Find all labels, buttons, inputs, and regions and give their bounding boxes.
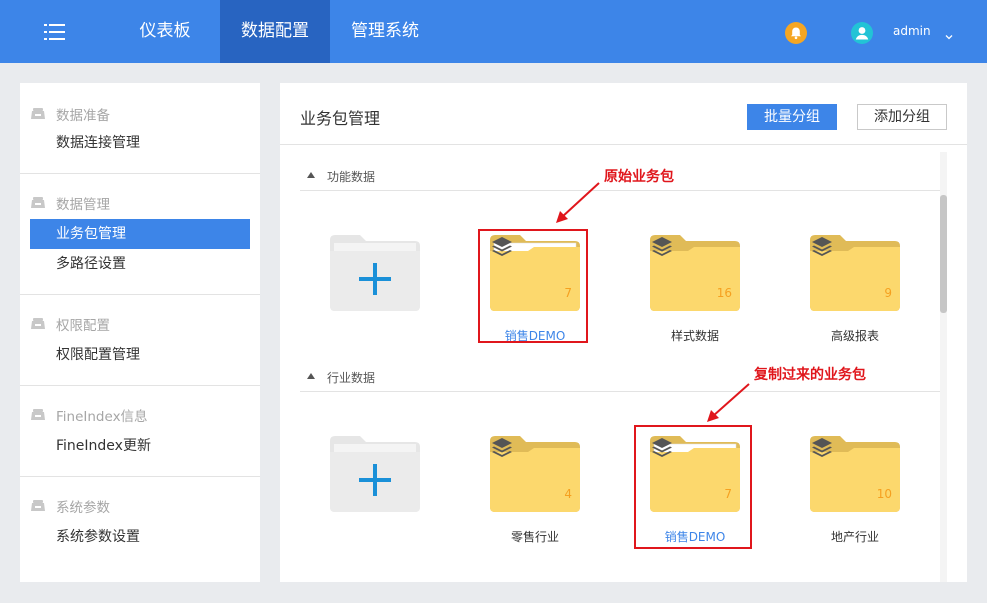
- database-icon: [31, 409, 45, 420]
- sidebar-item-fineindex-update[interactable]: FineIndex更新: [30, 431, 250, 461]
- layers-icon: [652, 237, 672, 256]
- tab-dashboard[interactable]: 仪表板: [118, 0, 212, 63]
- folder-add-icon: [330, 235, 420, 311]
- package-table-count: 16: [716, 286, 732, 300]
- sidebar-divider: [20, 294, 260, 295]
- sidebar-group-data-management: 数据管理: [30, 193, 110, 213]
- tab-data-config[interactable]: 数据配置: [220, 0, 330, 63]
- sidebar-group-title: FineIndex信息: [56, 409, 148, 425]
- batch-group-button[interactable]: 批量分组: [747, 104, 837, 130]
- tab-management-system[interactable]: 管理系统: [336, 0, 434, 63]
- page-title: 业务包管理: [300, 109, 381, 128]
- package-card[interactable]: 16 样式数据: [640, 235, 750, 347]
- database-icon: [31, 318, 45, 329]
- highlight-copied-package: [634, 425, 752, 549]
- sidebar-item-multipath-settings[interactable]: 多路径设置: [30, 249, 250, 279]
- sidebar-divider: [20, 173, 260, 174]
- header-divider: [280, 144, 967, 145]
- user-avatar-icon[interactable]: [851, 22, 873, 44]
- section-label: 功能数据: [327, 170, 376, 184]
- database-icon: [31, 500, 45, 511]
- menu-icon[interactable]: [44, 22, 66, 42]
- sidebar-group-title: 系统参数: [56, 500, 110, 516]
- sidebar: 数据准备 数据连接管理 数据管理 业务包管理 多路径设置 权限配置 权限配置管理…: [20, 83, 260, 582]
- notification-bell-icon[interactable]: [785, 22, 807, 44]
- database-icon: [31, 108, 45, 119]
- caret-up-icon: [307, 172, 315, 178]
- layers-icon: [492, 438, 512, 457]
- sidebar-group-data-prep: 数据准备: [30, 104, 110, 124]
- add-group-button[interactable]: 添加分组: [857, 104, 947, 130]
- sidebar-group-title: 权限配置: [56, 318, 110, 334]
- sidebar-item-package-management[interactable]: 业务包管理: [30, 219, 250, 249]
- section-label: 行业数据: [327, 371, 376, 385]
- sidebar-item-permission-management[interactable]: 权限配置管理: [30, 340, 250, 370]
- sidebar-item-data-connection[interactable]: 数据连接管理: [30, 128, 250, 158]
- sidebar-group-system-params: 系统参数: [30, 496, 110, 516]
- package-name: 样式数据: [670, 329, 719, 343]
- package-table-count: 4: [564, 487, 572, 501]
- package-card[interactable]: 4 零售行业: [480, 436, 590, 548]
- annotation-arrow-icon: [707, 383, 750, 422]
- top-navigation-bar: 仪表板 数据配置 管理系统 admin: [0, 0, 987, 63]
- chevron-down-icon[interactable]: [944, 27, 954, 40]
- layers-icon: [812, 237, 832, 256]
- username[interactable]: admin: [893, 24, 931, 38]
- annotation-original-package: 原始业务包: [604, 169, 674, 185]
- package-card[interactable]: 10 地产行业: [800, 436, 910, 548]
- sidebar-divider: [20, 385, 260, 386]
- sidebar-item-system-params-settings[interactable]: 系统参数设置: [30, 522, 250, 552]
- highlight-original-package: [478, 229, 588, 343]
- package-name: 高级报表: [830, 329, 879, 343]
- sidebar-group-permissions: 权限配置: [30, 314, 110, 334]
- main-panel: 业务包管理 批量分组 添加分组 功能数据 7 销售DEMO 16 样式数据 9 …: [280, 83, 967, 582]
- package-table-count: 10: [876, 487, 892, 501]
- package-name: 地产行业: [830, 530, 879, 544]
- sidebar-group-title: 数据管理: [56, 197, 110, 213]
- package-card[interactable]: 9 高级报表: [800, 235, 910, 347]
- package-table-count: 9: [884, 286, 892, 300]
- sidebar-divider: [20, 476, 260, 477]
- layers-icon: [812, 438, 832, 457]
- add-package-card[interactable]: [320, 235, 430, 347]
- sidebar-group-fineindex: FineIndex信息: [30, 405, 148, 425]
- annotation-arrow-icon: [556, 182, 600, 223]
- scrollbar-thumb[interactable]: [940, 195, 947, 313]
- caret-up-icon: [307, 373, 315, 379]
- database-icon: [31, 197, 45, 208]
- package-name: 零售行业: [510, 530, 559, 544]
- add-package-card[interactable]: [320, 436, 430, 548]
- sidebar-group-title: 数据准备: [56, 108, 110, 124]
- annotation-copied-package: 复制过来的业务包: [754, 367, 866, 383]
- folder-add-icon: [330, 436, 420, 512]
